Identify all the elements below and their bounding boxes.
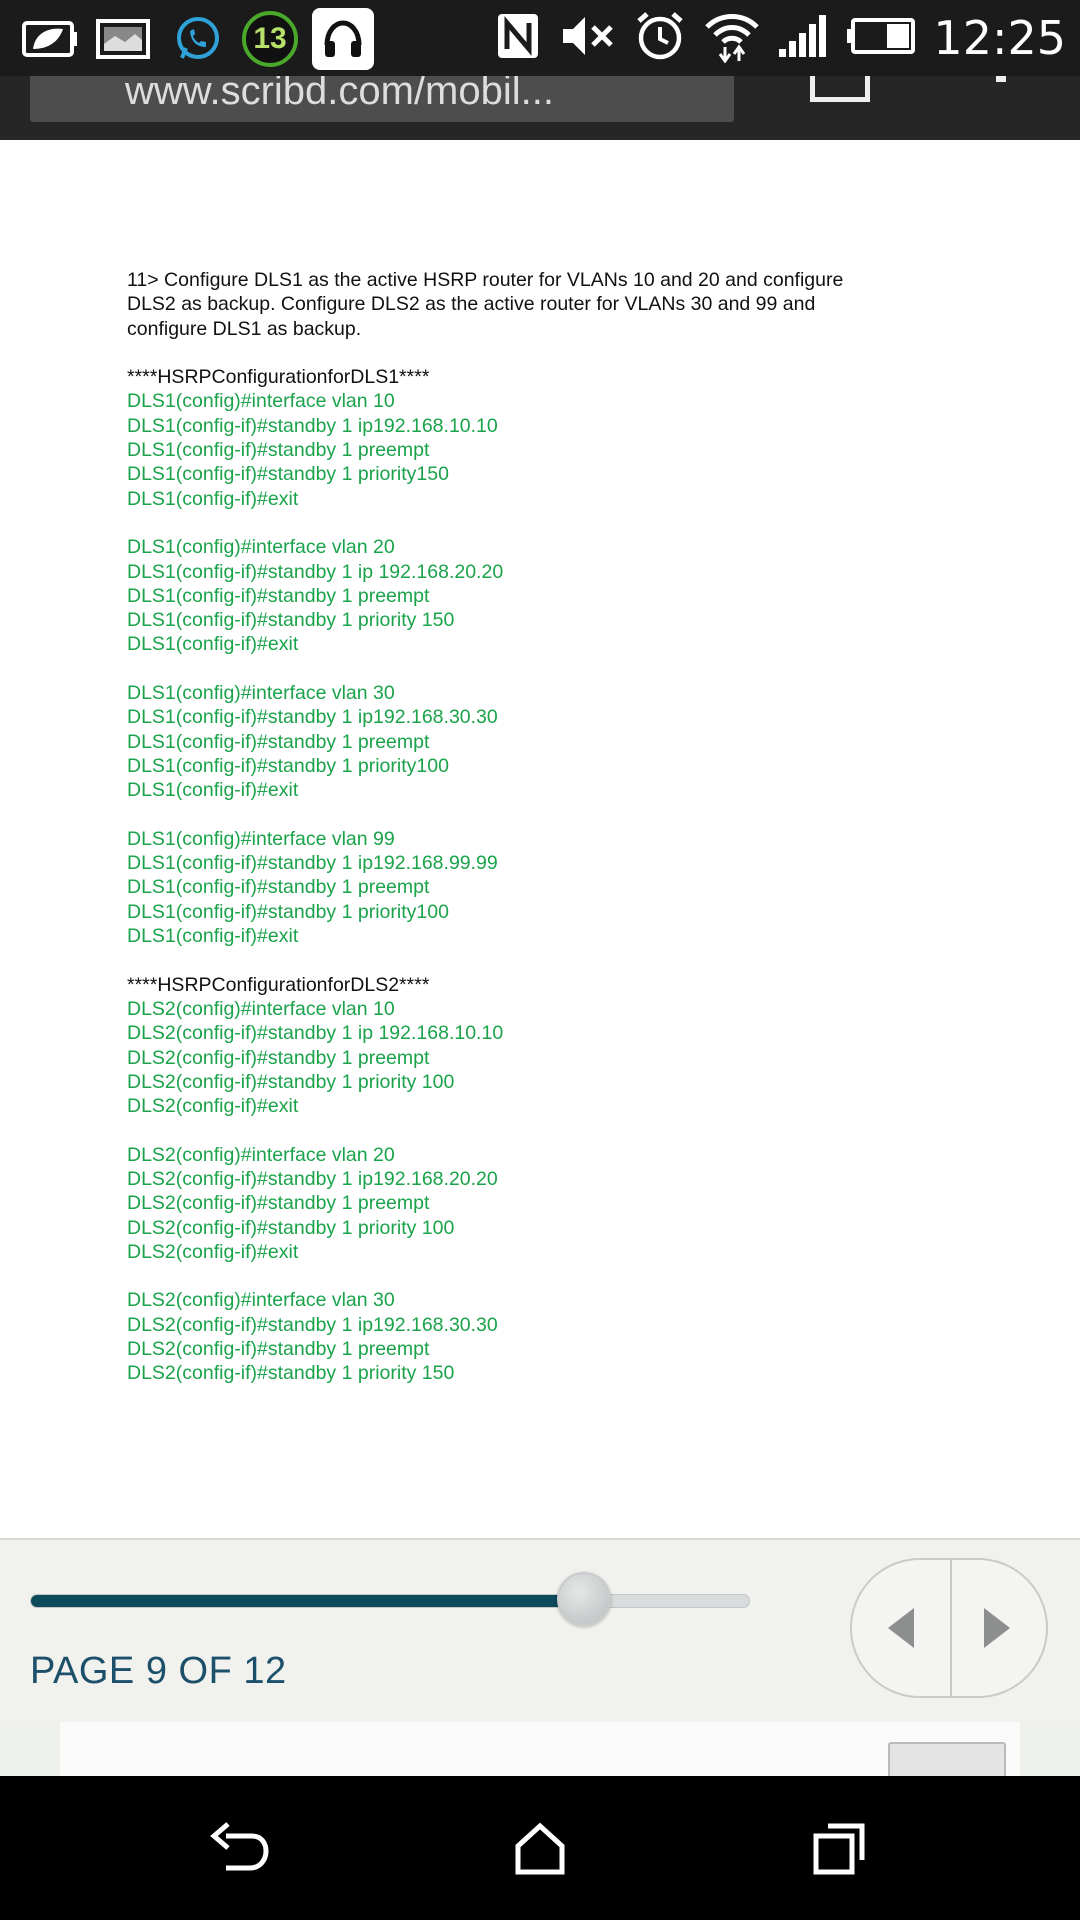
next-page-button[interactable] <box>948 1560 1046 1696</box>
config-line: DLS2(config-if)#standby 1 preempt <box>127 1192 430 1215</box>
gallery-icon <box>94 9 154 69</box>
document-page: 11> Configure DLS1 as the active HSRP ro… <box>127 268 967 1410</box>
system-icons: 12:25 <box>493 0 1066 76</box>
next-section-peek <box>0 1722 1080 1786</box>
config-line: DLS1(config-if)#standby 1 preempt <box>127 439 430 462</box>
previous-page-button[interactable] <box>852 1560 952 1696</box>
recent-apps-icon <box>813 1823 865 1875</box>
config-line: DLS2(config-if)#exit <box>127 1240 299 1263</box>
config-line: DLS1(config-if)#standby 1 ip192.168.30.3… <box>127 706 498 729</box>
config-line: DLS2(config)#interface vlan 30 <box>127 1289 395 1312</box>
page-slider-thumb[interactable] <box>557 1572 612 1626</box>
config-line: DLS2(config-if)#standby 1 priority 150 <box>127 1362 455 1385</box>
tabs-icon[interactable] <box>810 76 870 102</box>
page-indicator: PAGE 9 OF 12 <box>30 1650 287 1692</box>
battery-icon <box>847 16 917 61</box>
status-bar: 13 12:25 <box>0 0 1080 76</box>
config-line: DLS1(config-if)#standby 1 priority100 <box>127 754 449 777</box>
back-icon <box>210 1822 269 1871</box>
recent-apps-button[interactable] <box>804 1812 876 1884</box>
mute-icon <box>559 11 617 66</box>
browser-toolbar: www.scribd.com/mobil... <box>0 76 1080 140</box>
dls2-config-blocks: DLS2(config)#interface vlan 10 DLS2(confi… <box>127 997 967 1410</box>
config-line: DLS2(config-if)#standby 1 priority 100 <box>127 1216 455 1239</box>
config-line: DLS1(config-if)#standby 1 priority100 <box>127 900 449 923</box>
config-line: DLS2(config-if)#standby 1 ip192.168.20.2… <box>127 1167 498 1190</box>
home-icon <box>515 1822 565 1875</box>
config-line: DLS2(config-if)#standby 1 preempt <box>127 1046 430 1069</box>
config-line: DLS1(config-if)#standby 1 ip192.168.99.9… <box>127 852 498 875</box>
reader-controls: PAGE 9 OF 12 <box>0 1538 1080 1722</box>
config-line: DLS1(config-if)#exit <box>127 779 299 802</box>
config-line: DLS1(config-if)#standby 1 priority 150 <box>127 609 455 632</box>
notification-count-badge: 13 <box>242 11 298 67</box>
alarm-icon <box>633 9 687 68</box>
section-heading-dls1: ****HSRPConfigurationforDLS1**** <box>127 366 430 389</box>
config-line: DLS1(config-if)#exit <box>127 487 299 510</box>
charging-leaf-icon <box>20 9 80 69</box>
headphones-icon <box>312 8 374 70</box>
config-line: DLS2(config-if)#standby 1 priority 100 <box>127 1070 455 1093</box>
clock: 12:25 <box>933 11 1066 65</box>
config-line: DLS1(config-if)#standby 1 preempt <box>127 584 430 607</box>
intro-line: DLS2 as backup. Configure DLS2 as the ac… <box>127 293 816 316</box>
dls1-config-blocks: DLS1(config)#interface vlan 10 DLS1(confi… <box>127 389 967 972</box>
config-line: DLS1(config)#interface vlan 10 <box>127 390 395 413</box>
config-line: DLS1(config-if)#exit <box>127 633 299 656</box>
page-slider-track[interactable] <box>30 1594 750 1608</box>
chevron-right-icon <box>984 1608 1010 1648</box>
back-button[interactable] <box>204 1812 276 1884</box>
system-nav-bar <box>0 1776 1080 1920</box>
config-line: DLS2(config-if)#standby 1 ip192.168.30.3… <box>127 1313 498 1336</box>
page-nav <box>850 1558 1048 1698</box>
nfc-icon <box>493 11 543 66</box>
config-line: DLS1(config-if)#standby 1 preempt <box>127 730 430 753</box>
url-bar[interactable]: www.scribd.com/mobil... <box>30 76 734 122</box>
whatsapp-icon <box>168 9 228 69</box>
intro-line: configure DLS1 as backup. <box>127 317 362 340</box>
config-line: DLS1(config-if)#standby 1 ip192.168.10.1… <box>127 414 498 437</box>
config-line: DLS2(config-if)#exit <box>127 1095 299 1118</box>
config-line: DLS2(config-if)#standby 1 preempt <box>127 1338 430 1361</box>
overflow-menu-icon[interactable] <box>996 76 1006 82</box>
config-line: DLS1(config)#interface vlan 20 <box>127 536 395 559</box>
config-line: DLS1(config-if)#standby 1 ip 192.168.20.… <box>127 560 504 583</box>
signal-icon <box>777 13 831 64</box>
config-line: DLS1(config)#interface vlan 30 <box>127 682 395 705</box>
content-card <box>60 1722 1020 1778</box>
page-slider-progress <box>31 1595 584 1607</box>
config-line: DLS1(config-if)#standby 1 preempt <box>127 876 430 899</box>
chevron-left-icon <box>888 1608 914 1648</box>
config-line: DLS2(config-if)#standby 1 ip 192.168.10.… <box>127 1022 504 1045</box>
home-button[interactable] <box>504 1812 576 1884</box>
config-line: DLS2(config)#interface vlan 10 <box>127 997 395 1020</box>
config-line: DLS2(config)#interface vlan 20 <box>127 1143 395 1166</box>
config-line: DLS1(config)#interface vlan 99 <box>127 827 395 850</box>
intro-line: 11> Configure DLS1 as the active HSRP ro… <box>127 269 844 291</box>
config-line: DLS1(config-if)#exit <box>127 925 299 948</box>
wifi-icon <box>703 9 761 68</box>
config-line: DLS1(config-if)#standby 1 priority150 <box>127 463 449 486</box>
notification-icons: 13 <box>20 8 374 70</box>
section-heading-dls2: ****HSRPConfigurationforDLS2**** <box>127 973 430 996</box>
